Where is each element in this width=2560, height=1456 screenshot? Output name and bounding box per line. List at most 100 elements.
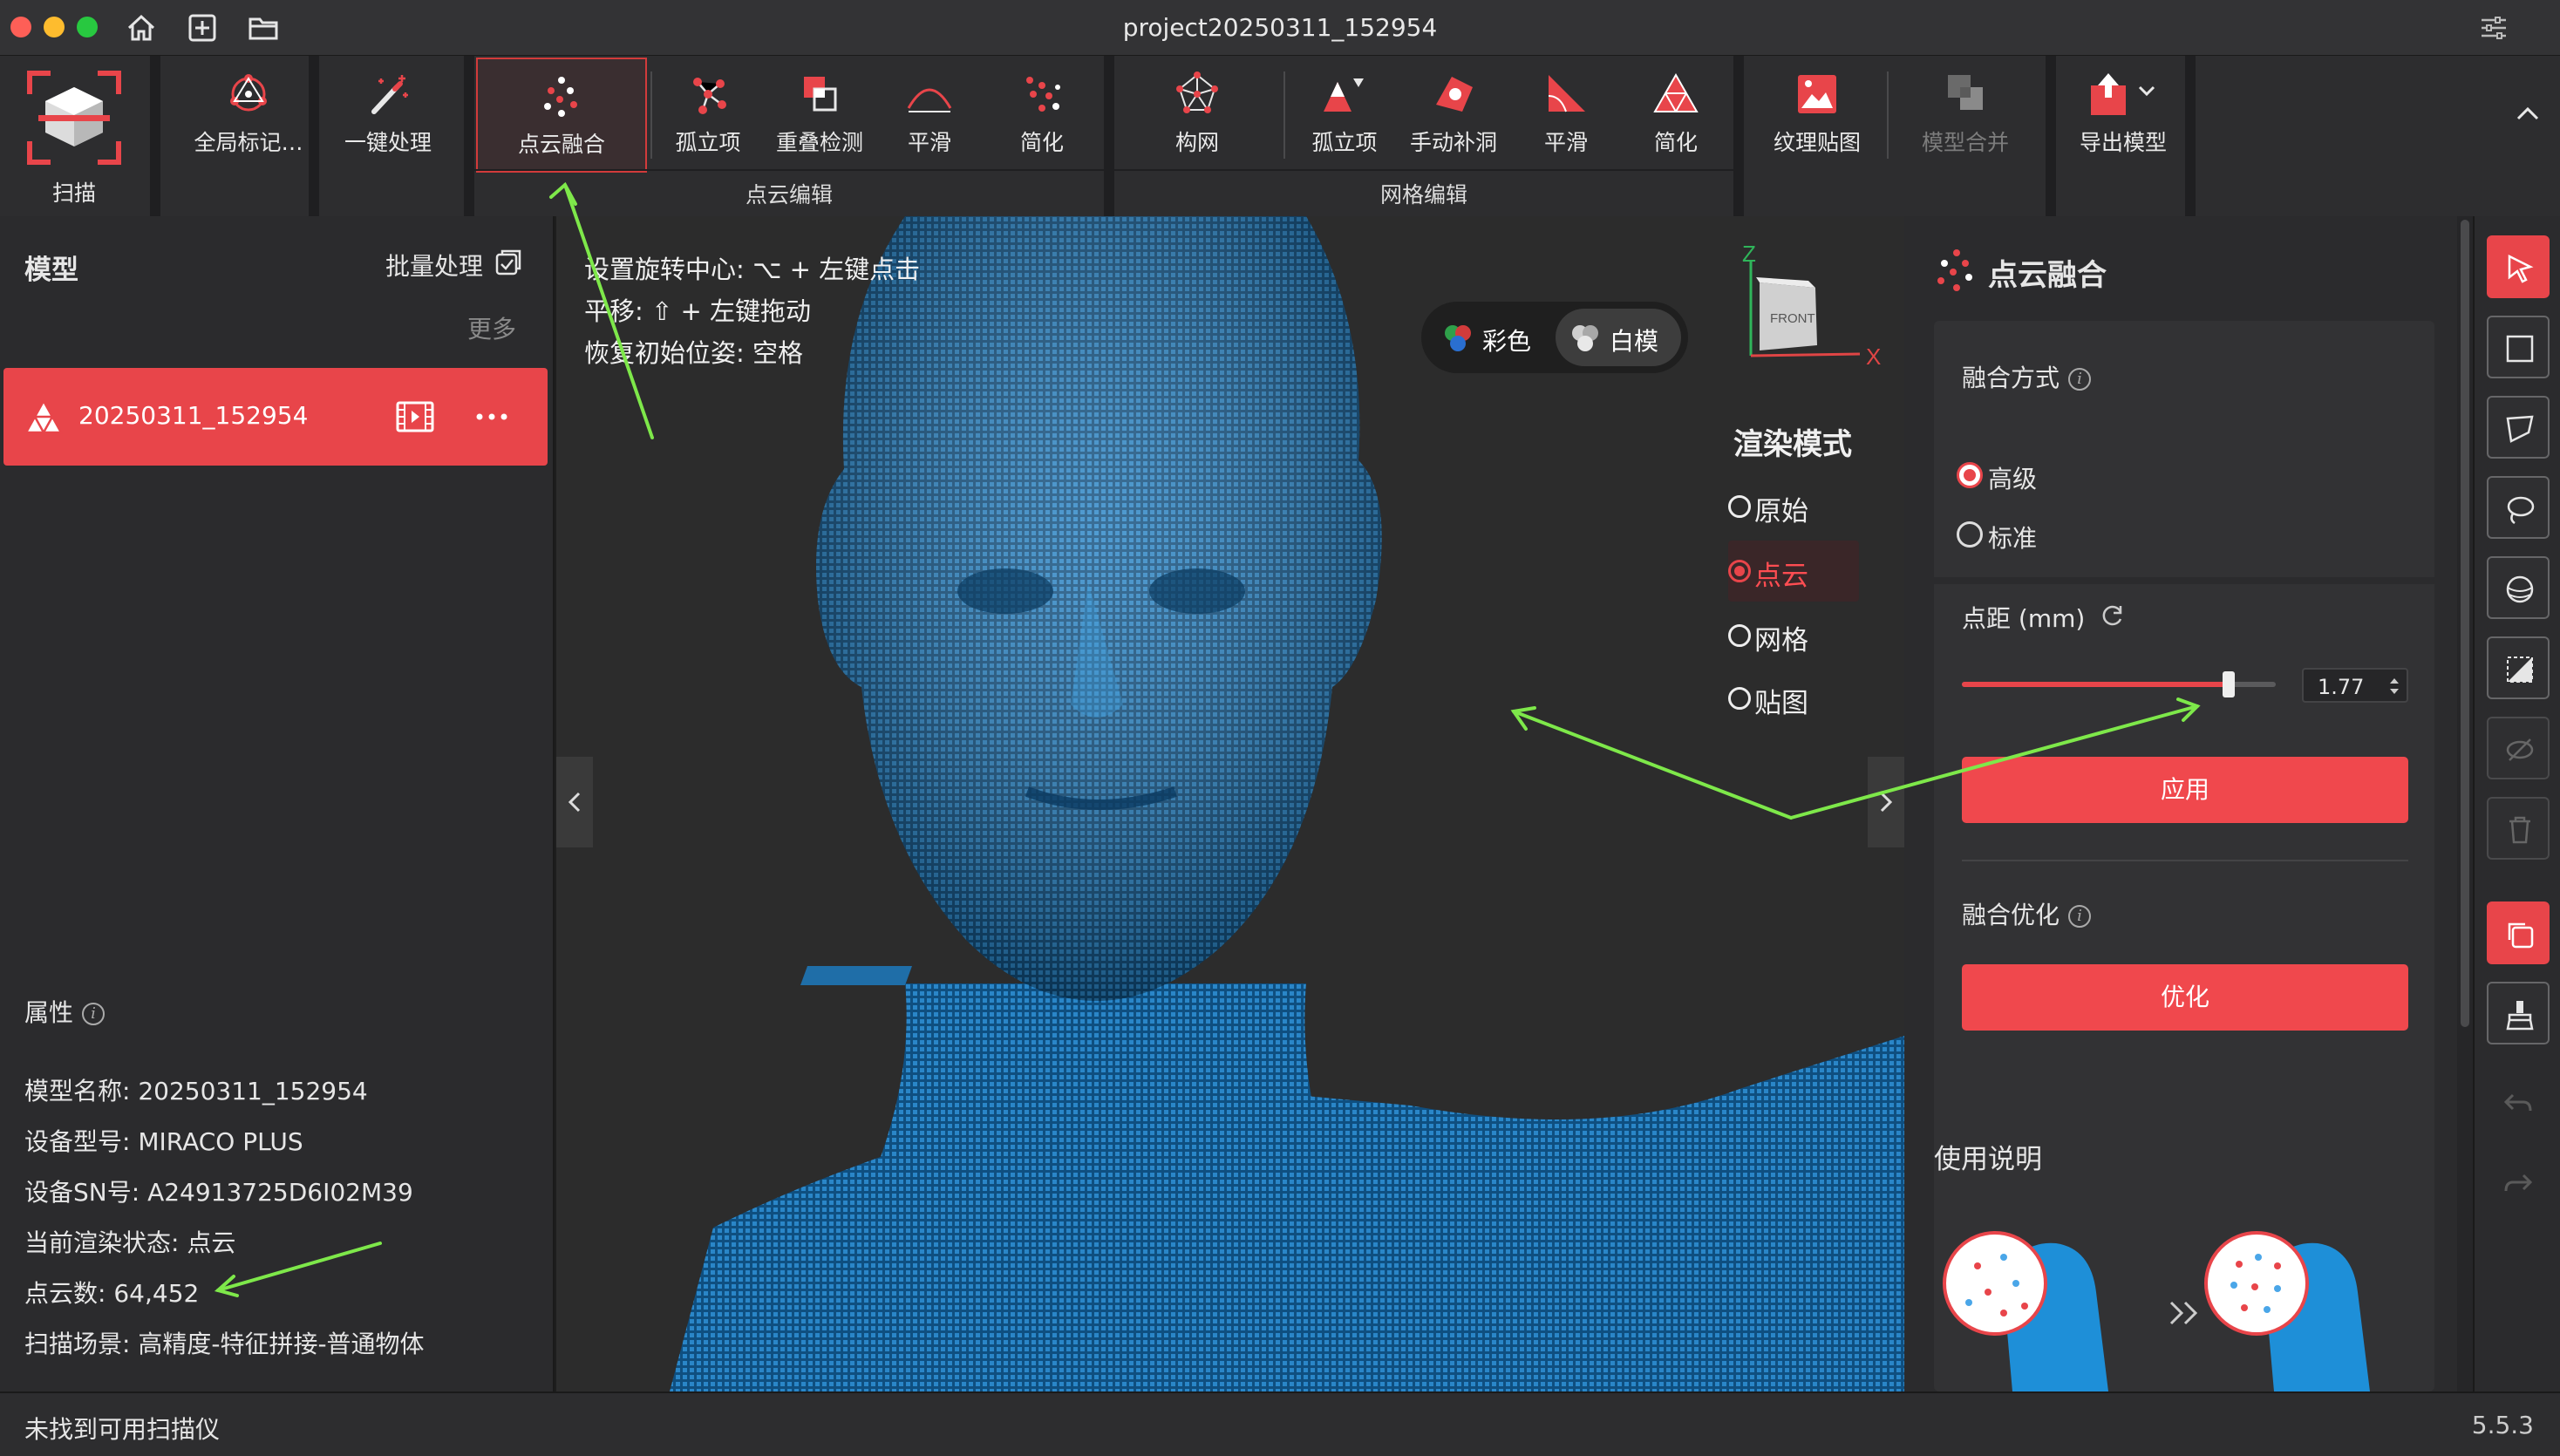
polygon-select-tool[interactable] [2487,396,2550,459]
slider-thumb[interactable] [2223,671,2235,697]
point-spacing-input[interactable]: 1.77 [2302,668,2408,703]
cursor-select-icon [2508,254,2534,283]
fusion-advanced-label[interactable]: 高级 [1988,460,2037,495]
property-value: 点云 [187,1228,236,1257]
build-mesh-label: 构网 [1174,130,1219,155]
batch-process-button[interactable]: 批量处理 [385,248,483,282]
white-mode-option[interactable]: 白模 [1556,309,1681,366]
pc-smooth-button[interactable]: 平滑 [884,58,975,167]
property-value: A24913725D6I02M39 [147,1178,413,1207]
export-model-button[interactable]: 导出模型 [2066,58,2180,167]
point-spacing-slider[interactable] [1962,671,2276,697]
model-list-item[interactable]: 20250311_152954 [3,368,548,466]
ribbon-toolbar: 扫描 全局标记… 一键处理 点云融合 孤立项 重叠检测 平滑 简化 构网 孤立项… [0,56,2560,216]
undo-icon[interactable] [2501,1086,2536,1121]
render-mode-texture[interactable]: 贴图 [1728,668,1859,729]
stray-point-cluster [800,966,913,985]
point-cloud-fusion-button[interactable]: 点云融合 [476,58,647,173]
pointer-select-tool[interactable] [2487,235,2550,298]
manual-fill-hole-label: 手动补洞 [1409,130,1497,155]
collapse-left-panel-button[interactable] [556,757,593,847]
refresh-icon[interactable] [2100,602,2126,628]
fusion-optimize-text: 融合优化 [1962,901,2060,929]
clean-brush-tool[interactable] [2487,982,2550,1044]
overlap-detection-button[interactable]: 重叠检测 [760,58,879,167]
hide-selection-tool[interactable] [2487,717,2550,779]
overlap-detection-label: 重叠检测 [775,130,863,155]
property-label: 设备SN号: [24,1178,140,1207]
properties-info-icon[interactable]: i [82,1003,106,1025]
rectangle-select-tool[interactable] [2487,316,2550,378]
render-mode-label: 网格 [1754,625,1808,657]
render-mode-point-cloud[interactable]: 点云 [1728,541,1859,602]
color-mode-toggle[interactable]: 彩色 白模 [1421,302,1688,373]
render-mode-label: 贴图 [1754,688,1808,719]
properties-title: 属性 i [24,994,106,1029]
more-options-icon[interactable] [473,406,511,427]
fusion-advanced-radio[interactable] [1957,462,1983,488]
apply-button[interactable]: 应用 [1962,757,2408,823]
fusion-method-label: 融合方式 i [1962,359,2092,394]
spin-arrows-icon[interactable] [2387,675,2401,697]
invert-select-tool[interactable] [2487,636,2550,699]
rectangle-select-icon [2506,335,2534,363]
pc-isolated-label: 孤立项 [675,130,741,155]
axis-gizmo[interactable]: FRONT Z X [1725,242,1890,373]
render-mode-title: 渲染模式 [1733,427,1852,462]
color-mode-option[interactable]: 彩色 [1428,309,1552,366]
radio [1728,687,1751,710]
scan-button[interactable]: 扫描 [0,58,148,214]
point-spacing-text: 点距 (mm) [1962,604,2086,633]
app-version: 5.5.3 [2471,1411,2534,1439]
optimize-button[interactable]: 优化 [1962,964,2408,1031]
left-panel: 模型 批量处理 更多 20250311_152954 属性 i 模型名称: 202… [0,216,555,1391]
polygon-select-icon [2506,415,2534,443]
fusion-standard-radio[interactable] [1957,521,1983,548]
pc-isolated-button[interactable]: 孤立项 [663,58,753,167]
right-panel-scrollbar[interactable] [2457,216,2473,1391]
magic-wand-icon [371,75,408,114]
model-merge-button[interactable]: 模型合并 [1901,58,2030,167]
mesh-simplify-icon [1653,72,1699,112]
mesh-isolated-button[interactable]: 孤立项 [1301,58,1388,167]
one-click-process-label: 一键处理 [344,130,432,155]
render-mode-label: 原始 [1754,496,1808,527]
surface-select-tool[interactable] [2487,556,2550,619]
fusion-optimize-info-icon[interactable]: i [2068,905,2092,928]
render-mode-original[interactable]: 原始 [1728,476,1859,537]
global-marker-button[interactable]: 全局标记… [166,58,331,167]
invert-selection-icon [2507,657,2533,683]
more-link[interactable]: 更多 [467,310,516,345]
3d-viewport[interactable]: 设置旋转中心: ⌥ + 左键点击 平移: ⇧ + 左键拖动 恢复初始位姿: 空格… [556,216,1904,1391]
settings-sliders-icon[interactable] [2476,10,2511,45]
batch-checkbox-icon[interactable] [494,248,523,277]
build-mesh-button[interactable]: 构网 [1125,58,1270,167]
crop-box-tool[interactable] [2487,901,2550,964]
mesh-smooth-icon [1548,75,1585,112]
pc-simplify-button[interactable]: 简化 [994,58,1090,167]
collapse-right-panel-button[interactable] [1868,757,1904,847]
collapse-ribbon-icon[interactable] [2513,99,2543,129]
fusion-method-info-icon[interactable]: i [2068,368,2092,391]
property-point-count: 点云数: 64,452 [24,1275,199,1310]
mesh-smooth-button[interactable]: 平滑 [1521,58,1611,167]
render-mode-mesh[interactable]: 网格 [1728,605,1859,666]
redo-icon[interactable] [2501,1167,2536,1201]
texture-mapping-button[interactable]: 纹理贴图 [1760,58,1875,167]
manual-fill-hole-button[interactable]: 手动补洞 [1400,58,1507,167]
one-click-process-button[interactable]: 一键处理 [323,58,453,167]
delete-selection-tool[interactable] [2487,797,2550,860]
mesh-smooth-label: 平滑 [1543,130,1588,155]
layers-copy-icon [2508,922,2534,949]
fusion-standard-label[interactable]: 标准 [1988,520,2037,555]
smooth-icon [907,88,952,112]
stray-points-fragment [556,216,1896,1391]
playback-film-icon[interactable] [394,399,436,434]
chevron-right-icon [1880,792,1893,813]
lasso-select-tool[interactable] [2487,476,2550,539]
scrollbar-thumb[interactable] [2461,220,2469,1027]
mesh-simplify-label: 简化 [1653,130,1698,155]
mesh-simplify-button[interactable]: 简化 [1631,58,1721,167]
scan-icon [27,71,121,165]
pc-smooth-label: 平滑 [907,130,951,155]
